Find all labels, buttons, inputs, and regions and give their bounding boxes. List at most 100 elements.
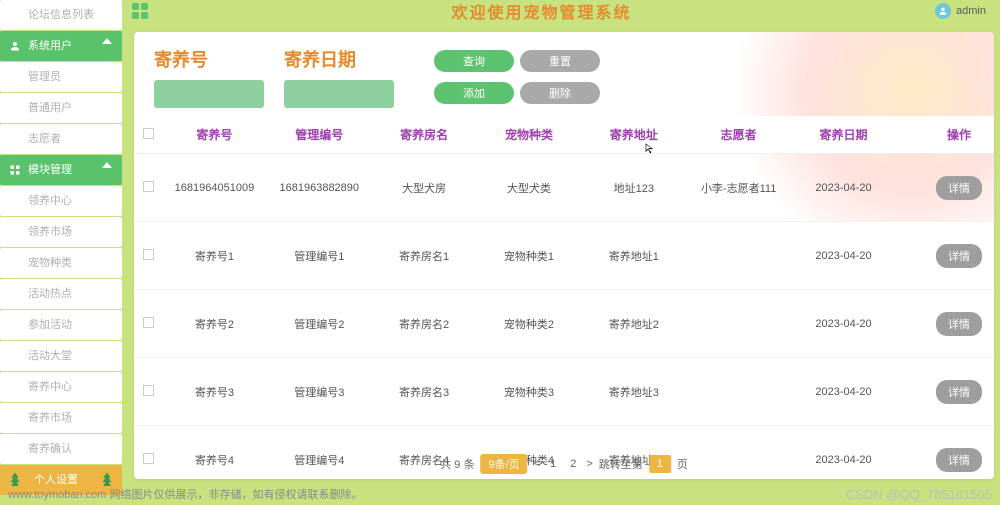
pager-per-page[interactable]: 9条/页	[480, 454, 527, 474]
detail-button[interactable]: 详情	[936, 380, 982, 404]
sidebar-group-label: 系统用户	[28, 31, 72, 61]
sidebar-item-activity-hall[interactable]: 活动大堂	[0, 341, 122, 371]
user-icon	[8, 39, 22, 53]
cell-address: 寄养地址2	[581, 290, 686, 358]
cell-date: 2023-04-20	[791, 222, 896, 290]
sidebar-item-join-activity[interactable]: 参加活动	[0, 310, 122, 340]
cell-mgmt-code: 1681963882890	[267, 154, 372, 222]
cell-volunteer	[686, 290, 791, 358]
col-mgmt-code: 管理编号	[267, 116, 372, 154]
cell-room: 寄养房名3	[372, 358, 477, 426]
row-checkbox[interactable]	[134, 426, 162, 480]
username: admin	[956, 5, 986, 17]
cell-action: 详情	[924, 290, 994, 358]
sidebar-item-foster-market[interactable]: 寄养市场	[0, 403, 122, 433]
add-button[interactable]: 添加	[434, 82, 514, 104]
cell-action: 详情	[924, 358, 994, 426]
cell-room: 大型犬房	[372, 154, 477, 222]
cell-foster-code: 寄养号4	[162, 426, 267, 480]
pager-page-2[interactable]: 2	[566, 458, 580, 470]
chevron-up-icon	[102, 162, 112, 168]
sidebar-item-volunteer[interactable]: 志愿者	[0, 124, 122, 154]
avatar-icon	[935, 3, 951, 19]
sidebar-top[interactable]: 论坛信息列表	[0, 0, 122, 30]
detail-button[interactable]: 详情	[936, 244, 982, 268]
reset-button[interactable]: 重置	[520, 50, 600, 72]
pager-current[interactable]: 1	[649, 455, 671, 473]
col-address: 寄养地址	[581, 116, 686, 154]
table-row: 16819640510091681963882890大型犬房大型犬类地址123小…	[134, 154, 994, 222]
modules-icon	[8, 163, 22, 177]
sidebar-item-label: 个人设置	[34, 474, 78, 486]
table-header-row: 寄养号 管理编号 寄养房名 宠物种类 寄养地址 志愿者 寄养日期 操作	[134, 116, 994, 154]
detail-button[interactable]: 详情	[936, 448, 982, 472]
col-volunteer: 志愿者	[686, 116, 791, 154]
user-menu[interactable]: admin	[935, 3, 1000, 19]
col-foster-code: 寄养号	[162, 116, 267, 154]
cell-volunteer: 小李-志愿者111	[686, 154, 791, 222]
cell-mgmt-code: 管理编号4	[267, 426, 372, 480]
cell-foster-code: 寄养号2	[162, 290, 267, 358]
table-row: 寄养号1管理编号1寄养房名1宠物种类1寄养地址12023-04-20详情	[134, 222, 994, 290]
cell-type: 宠物种类2	[477, 290, 582, 358]
data-table: 寄养号 管理编号 寄养房名 宠物种类 寄养地址 志愿者 寄养日期 操作 1681…	[134, 116, 994, 479]
main-panel: 寄养号 寄养日期 查询 重置 添加 删除 寄养	[134, 32, 994, 479]
col-checkbox[interactable]	[134, 116, 162, 154]
sidebar-item-activity-hot[interactable]: 活动热点	[0, 279, 122, 309]
label-foster-code: 寄养号	[154, 46, 264, 72]
sidebar-item-foster-confirm[interactable]: 寄养确认	[0, 434, 122, 464]
sidebar-item-admin[interactable]: 管理员	[0, 62, 122, 92]
pager-next[interactable]: >	[586, 458, 592, 470]
sidebar-item-pet-type[interactable]: 宠物种类	[0, 248, 122, 278]
pager-total: 共 9 条	[440, 456, 474, 472]
label-foster-date: 寄养日期	[284, 46, 394, 72]
detail-button[interactable]: 详情	[936, 312, 982, 336]
search-zone: 寄养号 寄养日期 查询 重置 添加 删除	[134, 32, 994, 116]
row-checkbox[interactable]	[134, 222, 162, 290]
watermark-right: CSDN @QQ_785101505	[846, 487, 992, 502]
sidebar-item-user[interactable]: 普通用户	[0, 93, 122, 123]
cell-date: 2023-04-20	[791, 154, 896, 222]
cell-room: 寄养房名2	[372, 290, 477, 358]
cell-type: 大型犬类	[477, 154, 582, 222]
pager-prev[interactable]: <	[534, 458, 540, 470]
cell-action: 详情	[924, 426, 994, 480]
pager-jump-text: 跳转至第	[599, 456, 643, 472]
row-checkbox[interactable]	[134, 358, 162, 426]
delete-button[interactable]: 删除	[520, 82, 600, 104]
pager-suffix: 页	[677, 456, 688, 472]
app-title: 欢迎使用宠物管理系统	[148, 0, 935, 23]
query-button[interactable]: 查询	[434, 50, 514, 72]
col-type: 宠物种类	[477, 116, 582, 154]
topbar: 欢迎使用宠物管理系统 admin	[122, 0, 1000, 22]
input-foster-code[interactable]	[154, 80, 264, 108]
input-foster-date[interactable]	[284, 80, 394, 108]
cell-address: 寄养地址3	[581, 358, 686, 426]
cell-type: 宠物种类1	[477, 222, 582, 290]
pagination: 共 9 条 9条/页 < 1 2 > 跳转至第 1 页	[440, 453, 688, 475]
sidebar-group-system-users[interactable]: 系统用户	[0, 31, 122, 61]
sidebar-item-adopt-market[interactable]: 领养市场	[0, 217, 122, 247]
row-checkbox[interactable]	[134, 290, 162, 358]
cell-address: 寄养地址1	[581, 222, 686, 290]
pager-page-1[interactable]: 1	[546, 458, 560, 470]
sidebar-group-module-mgmt[interactable]: 模块管理	[0, 155, 122, 185]
cell-date: 2023-04-20	[791, 426, 896, 480]
chevron-up-icon	[102, 38, 112, 44]
sidebar-item-foster-center[interactable]: 寄养中心	[0, 372, 122, 402]
sidebar-item-adopt-center[interactable]: 领养中心	[0, 186, 122, 216]
table-wrap: 寄养号 管理编号 寄养房名 宠物种类 寄养地址 志愿者 寄养日期 操作 1681…	[134, 116, 994, 479]
cell-foster-code: 寄养号3	[162, 358, 267, 426]
sidebar: 论坛信息列表 系统用户 管理员 普通用户 志愿者 模块管理 领养中心 领养市场 …	[0, 0, 122, 505]
cell-foster-code: 寄养号1	[162, 222, 267, 290]
detail-button[interactable]: 详情	[936, 176, 982, 200]
cell-foster-code: 1681964051009	[162, 154, 267, 222]
cell-type: 宠物种类3	[477, 358, 582, 426]
cell-blank	[896, 222, 924, 290]
cell-volunteer	[686, 222, 791, 290]
cell-address: 地址123	[581, 154, 686, 222]
row-checkbox[interactable]	[134, 154, 162, 222]
home-grid-icon[interactable]	[132, 3, 148, 19]
table-row: 寄养号2管理编号2寄养房名2宠物种类2寄养地址22023-04-20详情	[134, 290, 994, 358]
cell-date: 2023-04-20	[791, 358, 896, 426]
